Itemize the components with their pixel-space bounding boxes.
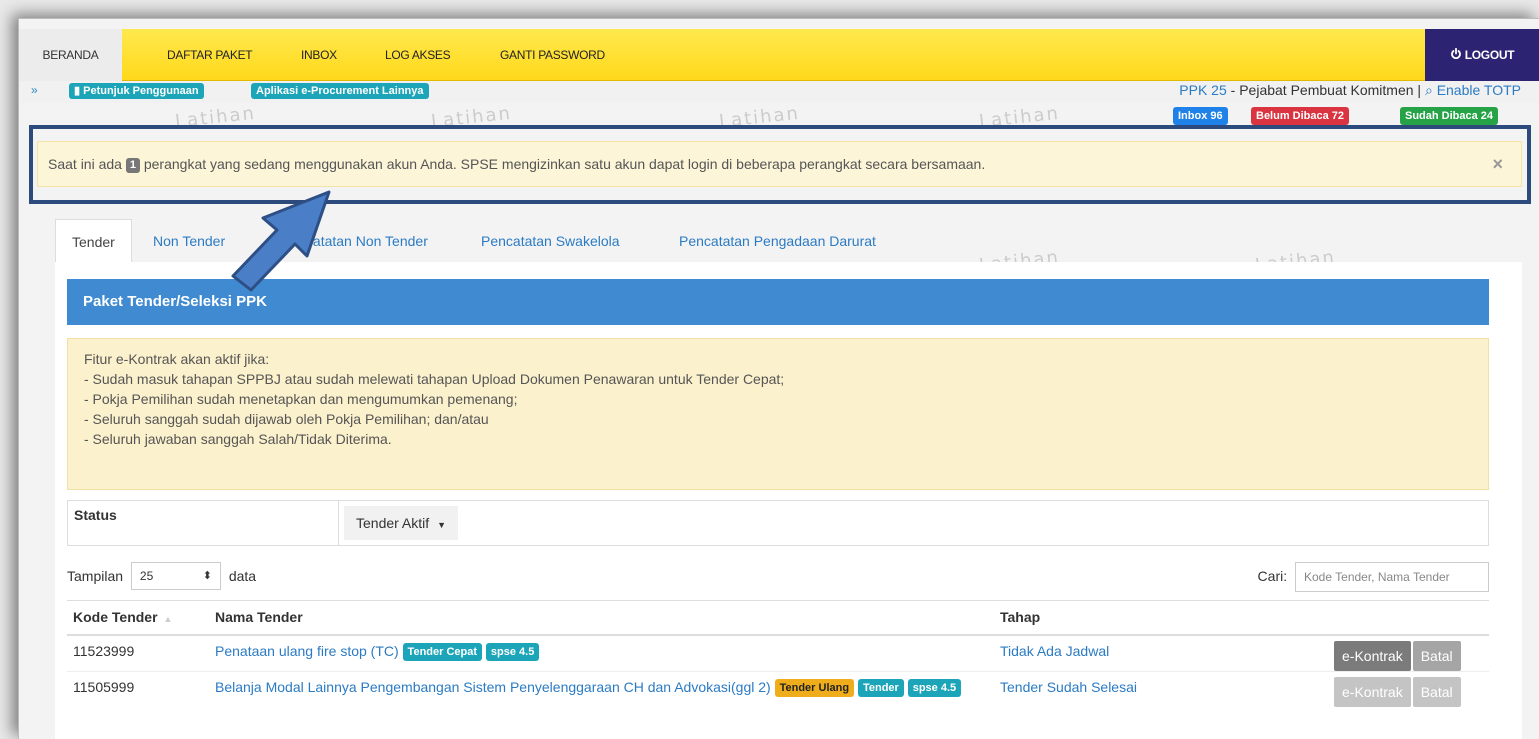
actions-cell: e-Kontrak Batal [1294, 634, 1489, 671]
tahap-link[interactable]: Tidak Ada Jadwal [1000, 643, 1109, 659]
search-input[interactable]: Kode Tender, Nama Tender [1295, 562, 1489, 592]
tender-link[interactable]: Belanja Modal Lainnya Pengembangan Siste… [215, 679, 771, 695]
book-icon: ▮ [74, 85, 81, 97]
e-kontrak-button[interactable]: e-Kontrak [1334, 640, 1411, 671]
collapse-chevron-icon[interactable]: » [31, 81, 38, 99]
sub-toolbar: » ▮ Petunjuk Penggunaan Aplikasi e-Procu… [19, 81, 1539, 103]
tab-pencatatan-swakelola[interactable]: Pencatatan Swakelola [465, 219, 636, 263]
tab-content: Paket Tender/Seleksi PPK Fitur e-Kontrak… [55, 262, 1522, 739]
batal-button[interactable]: Batal [1412, 640, 1461, 671]
actions-cell: e-Kontrak Batal [1294, 670, 1489, 707]
key-icon: ⌕ [1424, 82, 1437, 98]
page-length-select[interactable]: 25 ⬍ [130, 562, 221, 590]
tab-tender[interactable]: Tender [55, 219, 132, 263]
power-icon [1450, 29, 1462, 81]
tahap-link[interactable]: Tender Sudah Selesai [1000, 679, 1137, 695]
user-role: - Pejabat Pembuat Komitmen | [1226, 82, 1425, 98]
status-label: Status [74, 507, 117, 523]
nama-cell: Belanja Modal Lainnya Pengembangan Siste… [209, 670, 994, 707]
sort-icon: ▲︎ [163, 614, 173, 625]
nav-beranda[interactable]: BERANDA [19, 29, 122, 81]
nav-ganti-password[interactable]: GANTI PASSWORD [484, 29, 621, 81]
logout-label: LOGOUT [1464, 48, 1515, 62]
tahap-cell: Tender Sudah Selesai [994, 670, 1294, 707]
status-filter: Status Tender Aktif ▼ [67, 500, 1489, 546]
tender-table: Kode Tender ▲︎ Nama Tender Tahap 11523999… [67, 600, 1489, 707]
notice-line: Fitur e-Kontrak akan aktif jika: [84, 351, 270, 367]
nav-daftar-paket[interactable]: DAFTAR PAKET [151, 29, 268, 81]
table-row: 11523999 Penataan ulang fire stop (TC) T… [67, 634, 1489, 671]
tender-link[interactable]: Penataan ulang fire stop (TC) [215, 643, 399, 659]
top-navbar: BERANDA DAFTAR PAKET INBOX LOG AKSES GAN… [19, 29, 1539, 81]
kode-cell: 11505999 [67, 670, 209, 707]
table-row: 11505999 Belanja Modal Lainnya Pengemban… [67, 670, 1489, 707]
column-header-kode[interactable]: Kode Tender ▲︎ [67, 600, 209, 636]
tender-ulang-label: Tender Ulang [774, 678, 855, 697]
batal-button[interactable]: Batal [1412, 676, 1461, 707]
enable-totp-link[interactable]: ⌕ Enable TOTP [1425, 82, 1521, 98]
inbox-badge[interactable]: Inbox 96 [1173, 107, 1228, 125]
user-info: PPK 25 - Pejabat Pembuat Komitmen | ⌕ En… [1179, 82, 1521, 99]
notice-line: - Pokja Pemilihan sudah menetapkan dan m… [84, 391, 518, 407]
pointer-arrow-icon [231, 190, 331, 292]
status-dropdown[interactable]: Tender Aktif ▼ [344, 506, 459, 540]
tender-label: Tender [857, 678, 904, 697]
browser-frame: BERANDA DAFTAR PAKET INBOX LOG AKSES GAN… [18, 18, 1539, 739]
unread-badge[interactable]: Belum Dibaca 72 [1251, 107, 1350, 125]
notice-line: - Seluruh jawaban sanggah Salah/Tidak Di… [84, 431, 392, 447]
logout-button[interactable]: LOGOUT [1425, 29, 1539, 81]
tender-cepat-label: Tender Cepat [402, 642, 483, 661]
column-header-nama[interactable]: Nama Tender [209, 600, 994, 636]
column-header-actions [1294, 600, 1489, 636]
tab-pencatatan-pengadaan-darurat[interactable]: Pencatatan Pengadaan Darurat [663, 219, 892, 263]
spse-label: spse 4.5 [485, 642, 540, 661]
search-control: Cari: Kode Tender, Nama Tender [1258, 562, 1489, 592]
user-link[interactable]: PPK 25 [1179, 82, 1226, 98]
nav-log-akses[interactable]: LOG AKSES [369, 29, 466, 81]
column-header-tahap[interactable]: Tahap [994, 600, 1294, 636]
read-badge[interactable]: Sudah Dibaca 24 [1400, 107, 1499, 125]
updown-arrows-icon: ⬍ [202, 570, 212, 582]
notice-line: - Seluruh sanggah sudah dijawab oleh Pok… [84, 411, 489, 427]
guide-link[interactable]: ▮ Petunjuk Penggunaan [69, 83, 204, 99]
spse-label: spse 4.5 [907, 678, 962, 697]
caret-down-icon: ▼ [437, 520, 447, 530]
divider [338, 501, 339, 545]
nav-inbox[interactable]: INBOX [285, 29, 353, 81]
nama-cell: Penataan ulang fire stop (TC) Tender Cep… [209, 634, 994, 671]
e-kontrak-notice: Fitur e-Kontrak akan aktif jika: - Sudah… [67, 338, 1489, 490]
e-kontrak-button[interactable]: e-Kontrak [1334, 676, 1411, 707]
kode-cell: 11523999 [67, 634, 209, 671]
notice-line: - Sudah masuk tahapan SPPBJ atau sudah m… [84, 371, 785, 387]
page-length-control: Tampilan 25 ⬍ data [67, 562, 256, 590]
tahap-cell: Tidak Ada Jadwal [994, 634, 1294, 671]
other-apps-link[interactable]: Aplikasi e-Procurement Lainnya [251, 83, 429, 99]
